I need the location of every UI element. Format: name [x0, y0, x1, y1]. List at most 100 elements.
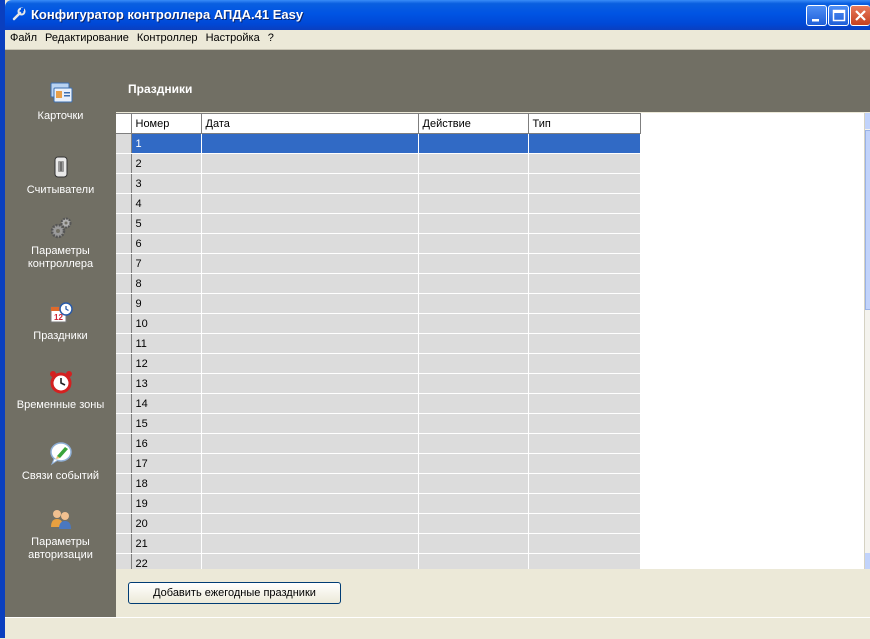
- table-row[interactable]: 4: [116, 193, 641, 214]
- cell-date[interactable]: [201, 253, 419, 274]
- cell-number[interactable]: 17: [131, 453, 202, 474]
- table-row[interactable]: 8: [116, 273, 641, 294]
- cell-date[interactable]: [201, 133, 419, 154]
- row-indicator[interactable]: [116, 533, 132, 554]
- cell-date[interactable]: [201, 293, 419, 314]
- row-indicator[interactable]: [116, 253, 132, 274]
- cell-number[interactable]: 20: [131, 513, 202, 534]
- table-row[interactable]: 15: [116, 413, 641, 434]
- row-indicator[interactable]: [116, 193, 132, 214]
- cell-action[interactable]: [418, 293, 529, 314]
- cell-type[interactable]: [528, 353, 641, 374]
- column-header-action[interactable]: Действие: [418, 113, 529, 134]
- cell-action[interactable]: [418, 513, 529, 534]
- cell-action[interactable]: [418, 413, 529, 434]
- table-row[interactable]: 21: [116, 533, 641, 554]
- cell-date[interactable]: [201, 413, 419, 434]
- scroll-up-arrow[interactable]: [865, 113, 870, 129]
- table-row[interactable]: 3: [116, 173, 641, 194]
- table-row[interactable]: 13: [116, 373, 641, 394]
- cell-date[interactable]: [201, 393, 419, 414]
- sidebar-item-event-links[interactable]: Связи событий: [5, 440, 116, 483]
- cell-number[interactable]: 18: [131, 473, 202, 494]
- cell-number[interactable]: 5: [131, 213, 202, 234]
- cell-number[interactable]: 14: [131, 393, 202, 414]
- table-row[interactable]: 16: [116, 433, 641, 454]
- row-indicator[interactable]: [116, 353, 132, 374]
- cell-action[interactable]: [418, 153, 529, 174]
- cell-date[interactable]: [201, 153, 419, 174]
- cell-action[interactable]: [418, 133, 529, 154]
- sidebar-item-readers[interactable]: Считыватели: [5, 154, 116, 197]
- cell-type[interactable]: [528, 533, 641, 554]
- cell-number[interactable]: 9: [131, 293, 202, 314]
- cell-action[interactable]: [418, 333, 529, 354]
- cell-action[interactable]: [418, 473, 529, 494]
- table-row[interactable]: 6: [116, 233, 641, 254]
- table-row[interactable]: 1: [116, 133, 641, 154]
- column-header-number[interactable]: Номер: [131, 113, 202, 134]
- cell-number[interactable]: 8: [131, 273, 202, 294]
- cell-date[interactable]: [201, 553, 419, 569]
- table-row[interactable]: 12: [116, 353, 641, 374]
- cell-number[interactable]: 12: [131, 353, 202, 374]
- table-row[interactable]: 7: [116, 253, 641, 274]
- cell-type[interactable]: [528, 413, 641, 434]
- row-indicator[interactable]: [116, 393, 132, 414]
- table-row[interactable]: 10: [116, 313, 641, 334]
- cell-type[interactable]: [528, 393, 641, 414]
- sidebar-item-controller-params[interactable]: Параметры контроллера: [5, 215, 116, 271]
- cell-type[interactable]: [528, 233, 641, 254]
- cell-type[interactable]: [528, 553, 641, 569]
- table-row[interactable]: 11: [116, 333, 641, 354]
- cell-number[interactable]: 16: [131, 433, 202, 454]
- cell-action[interactable]: [418, 373, 529, 394]
- vertical-scrollbar[interactable]: [864, 113, 870, 569]
- cell-type[interactable]: [528, 513, 641, 534]
- sidebar-item-cards[interactable]: Карточки: [5, 80, 116, 123]
- column-header-type[interactable]: Тип: [528, 113, 641, 134]
- table-row[interactable]: 22: [116, 553, 641, 569]
- row-indicator[interactable]: [116, 133, 132, 154]
- cell-date[interactable]: [201, 433, 419, 454]
- table-row[interactable]: 14: [116, 393, 641, 414]
- cell-action[interactable]: [418, 273, 529, 294]
- row-indicator[interactable]: [116, 273, 132, 294]
- row-indicator[interactable]: [116, 513, 132, 534]
- cell-date[interactable]: [201, 493, 419, 514]
- cell-date[interactable]: [201, 453, 419, 474]
- row-indicator[interactable]: [116, 373, 132, 394]
- menu-edit[interactable]: Редактирование: [41, 30, 133, 44]
- cell-date[interactable]: [201, 213, 419, 234]
- cell-type[interactable]: [528, 193, 641, 214]
- cell-number[interactable]: 3: [131, 173, 202, 194]
- sidebar-item-holidays[interactable]: 12 Праздники: [5, 300, 116, 343]
- cell-number[interactable]: 15: [131, 413, 202, 434]
- row-indicator[interactable]: [116, 213, 132, 234]
- cell-type[interactable]: [528, 253, 641, 274]
- cell-type[interactable]: [528, 473, 641, 494]
- cell-number[interactable]: 21: [131, 533, 202, 554]
- row-indicator[interactable]: [116, 433, 132, 454]
- cell-action[interactable]: [418, 233, 529, 254]
- row-indicator[interactable]: [116, 313, 132, 334]
- scroll-down-arrow[interactable]: [865, 553, 870, 569]
- cell-date[interactable]: [201, 173, 419, 194]
- minimize-button[interactable]: [806, 5, 827, 26]
- sidebar-item-auth-params[interactable]: Параметры авторизации: [5, 506, 116, 562]
- table-row[interactable]: 20: [116, 513, 641, 534]
- cell-type[interactable]: [528, 333, 641, 354]
- cell-type[interactable]: [528, 153, 641, 174]
- cell-action[interactable]: [418, 453, 529, 474]
- cell-type[interactable]: [528, 273, 641, 294]
- column-header-date[interactable]: Дата: [201, 113, 419, 134]
- title-bar[interactable]: Конфигуратор контроллера АПДА.41 Easy: [5, 0, 870, 30]
- cell-date[interactable]: [201, 313, 419, 334]
- cell-number[interactable]: 13: [131, 373, 202, 394]
- cell-number[interactable]: 6: [131, 233, 202, 254]
- cell-date[interactable]: [201, 353, 419, 374]
- cell-type[interactable]: [528, 293, 641, 314]
- cell-date[interactable]: [201, 513, 419, 534]
- cell-date[interactable]: [201, 193, 419, 214]
- row-indicator[interactable]: [116, 453, 132, 474]
